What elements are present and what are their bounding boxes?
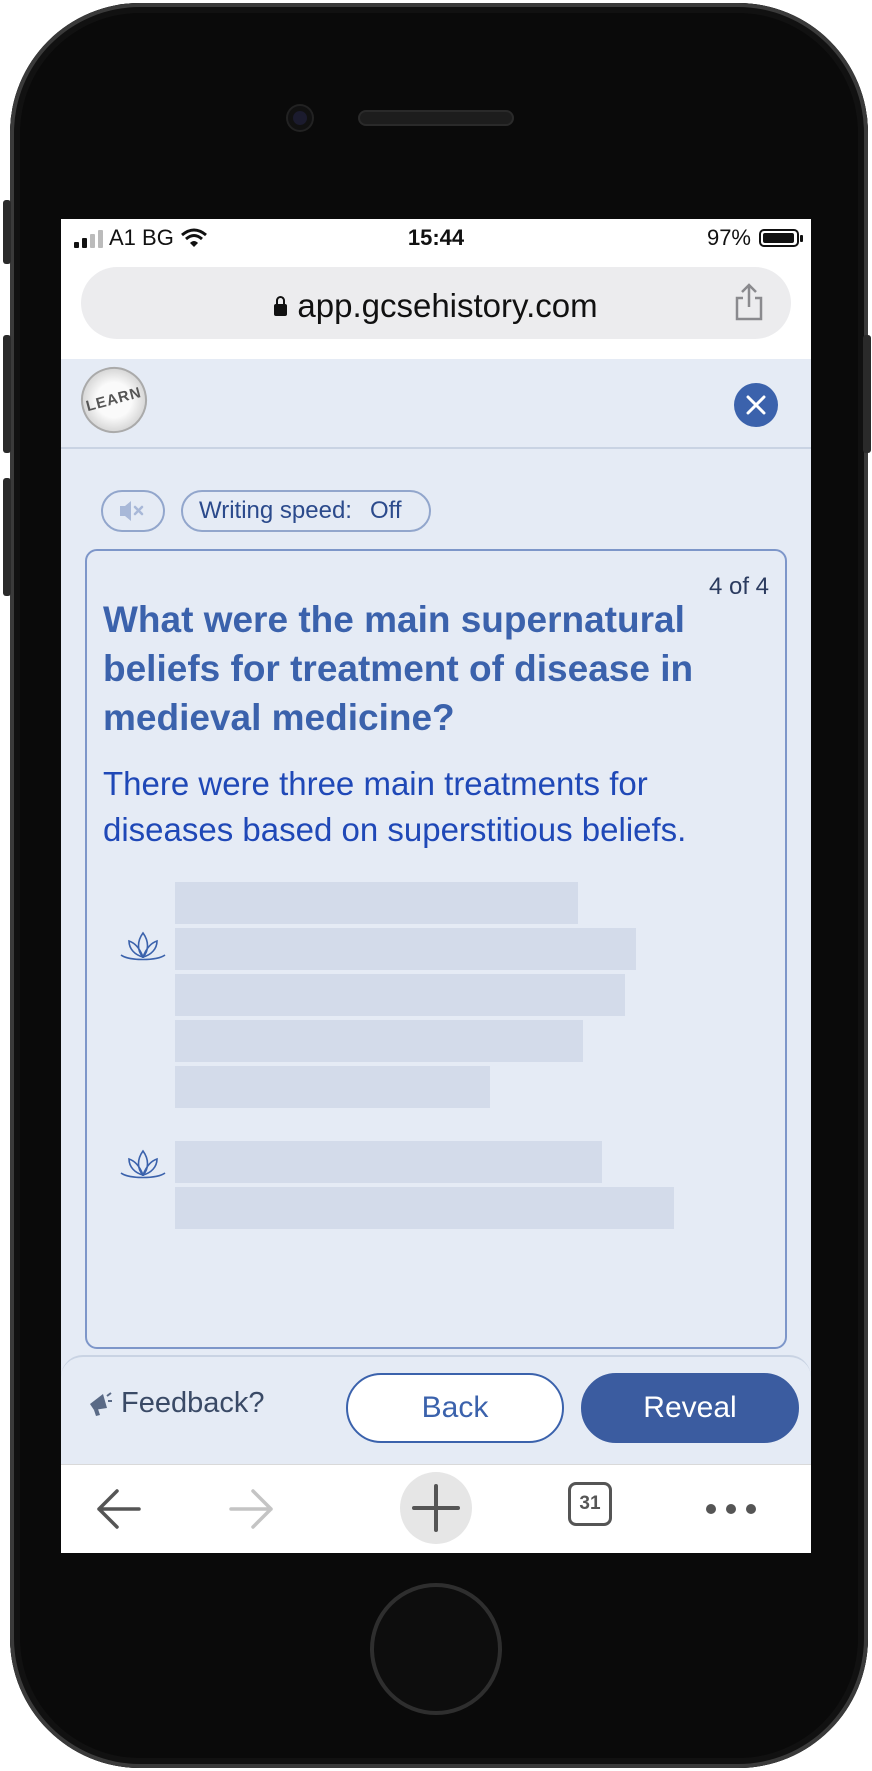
mute-switch bbox=[3, 200, 11, 264]
close-button[interactable] bbox=[734, 383, 778, 427]
writing-speed-value: Off bbox=[369, 497, 402, 524]
mute-toggle[interactable] bbox=[101, 490, 165, 532]
writing-speed-toggle[interactable]: Writing speed: Off bbox=[181, 490, 431, 532]
lock-icon bbox=[274, 296, 288, 316]
earpiece-speaker bbox=[360, 112, 512, 124]
feedback-link[interactable]: Feedback? bbox=[87, 1387, 265, 1420]
learn-logo: LEARN bbox=[73, 359, 155, 441]
hidden-answer-line bbox=[175, 882, 578, 924]
hidden-answer-line bbox=[175, 1066, 490, 1108]
more-menu-icon[interactable] bbox=[703, 1501, 759, 1517]
hidden-answer-line bbox=[175, 974, 625, 1016]
question-text: What were the main supernatural beliefs … bbox=[103, 599, 694, 738]
home-button[interactable] bbox=[370, 1583, 502, 1715]
writing-speed-label: Writing speed: bbox=[199, 497, 352, 524]
screen: A1 BG 15:44 97% app.gcsehistory.com LEAR… bbox=[61, 219, 811, 1553]
flashcard: 4 of 4 What were the main supernatural b… bbox=[85, 549, 787, 1349]
clock: 15:44 bbox=[407, 225, 465, 250]
app-header: LEARN bbox=[61, 359, 811, 449]
close-icon bbox=[746, 395, 766, 415]
speaker-muted-icon bbox=[120, 501, 144, 521]
share-icon[interactable] bbox=[733, 283, 765, 321]
back-button[interactable]: Back bbox=[346, 1373, 564, 1443]
new-tab-button[interactable] bbox=[400, 1472, 472, 1544]
power-button bbox=[863, 335, 871, 453]
url-text: app.gcsehistory.com bbox=[297, 287, 598, 324]
feedback-label: Feedback? bbox=[121, 1387, 265, 1419]
battery-icon bbox=[759, 229, 803, 247]
hidden-answer-line bbox=[175, 1187, 674, 1229]
plus-icon bbox=[412, 1484, 460, 1532]
hidden-answer-line bbox=[175, 1020, 583, 1062]
volume-down-button bbox=[3, 478, 11, 596]
browser-toolbar: 31 bbox=[61, 1464, 811, 1553]
card-footer: Feedback? Back Reveal bbox=[61, 1355, 811, 1455]
volume-up-button bbox=[3, 335, 11, 453]
browser-address-area: app.gcsehistory.com bbox=[61, 259, 811, 360]
status-bar: A1 BG 15:44 97% bbox=[61, 219, 811, 259]
back-arrow-icon[interactable] bbox=[95, 1487, 143, 1531]
address-bar[interactable]: app.gcsehistory.com bbox=[81, 267, 791, 339]
battery-group: 97% bbox=[706, 225, 803, 251]
tab-count-button[interactable]: 31 bbox=[568, 1482, 612, 1526]
megaphone-icon bbox=[90, 1391, 112, 1416]
reveal-button[interactable]: Reveal bbox=[581, 1373, 799, 1443]
hidden-answer-line bbox=[175, 1141, 602, 1183]
lotus-icon bbox=[120, 1149, 166, 1179]
device-frame: A1 BG 15:44 97% app.gcsehistory.com LEAR… bbox=[0, 0, 872, 1771]
battery-percent: 97% bbox=[706, 225, 751, 250]
front-camera bbox=[288, 106, 312, 130]
answer-intro-text: There were three main treatments for dis… bbox=[103, 765, 687, 848]
hidden-answer-line bbox=[175, 928, 636, 970]
lotus-icon bbox=[120, 931, 166, 961]
forward-arrow-icon[interactable] bbox=[227, 1487, 275, 1531]
